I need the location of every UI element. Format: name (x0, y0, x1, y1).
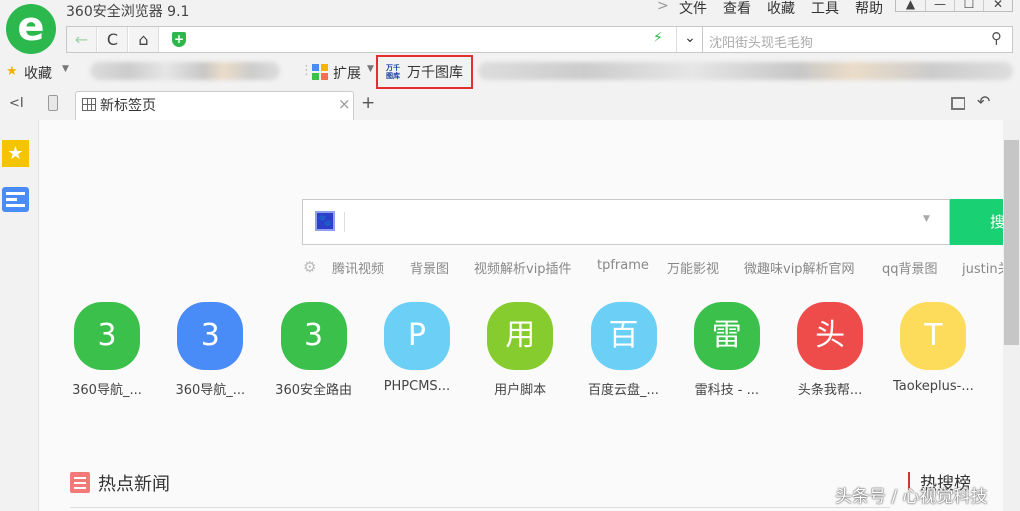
shortcut-label[interactable]: 用户脚本 (470, 379, 570, 398)
suggestion-link[interactable]: 万能影视 (667, 258, 719, 277)
shortcut-label[interactable]: 百度云盘_... (574, 379, 674, 398)
news-icon (70, 472, 90, 493)
favorites-button[interactable]: 收藏 (24, 63, 52, 83)
suggestion-link[interactable]: qq背景图 (882, 258, 938, 277)
mobile-icon[interactable] (48, 95, 58, 111)
extensions-button[interactable]: 扩展 (333, 63, 361, 83)
grid-icon (82, 98, 96, 111)
main-search-box[interactable]: 🐾 ▼ (302, 199, 950, 245)
search-icon[interactable]: ⚲ (991, 29, 1002, 47)
suggestion-link[interactable]: 视频解析vip插件 (474, 258, 572, 277)
extensions-dropdown-icon[interactable]: ▼ (367, 64, 374, 74)
menu-more[interactable]: > (657, 0, 669, 14)
shortcut-label[interactable]: 360导航_... (160, 379, 260, 398)
settings-gear-icon[interactable]: ⚙ (303, 258, 316, 276)
shortcut-label[interactable]: 雷科技 - ... (677, 379, 777, 398)
shortcut-tile[interactable]: P (383, 302, 450, 370)
shortcut-label[interactable]: 头条我帮... (780, 379, 880, 398)
suggestion-link[interactable]: 微趣味vip解析官网 (744, 258, 855, 277)
menu-tools[interactable]: 工具 (811, 0, 839, 18)
skin-button[interactable]: ▲ (896, 0, 925, 11)
maximize-button[interactable]: ☐ (954, 0, 983, 11)
sidebar-favorites-icon[interactable]: ★ (2, 140, 29, 167)
shortcut-tile[interactable]: 头 (797, 302, 864, 370)
tab-label: 新标签页 (100, 98, 156, 114)
hot-news-title: 热点新闻 (98, 474, 170, 495)
search-input[interactable]: 沈阳街头现毛毛狗 (709, 32, 813, 51)
back-button[interactable]: ← (67, 27, 97, 52)
close-button[interactable]: ✕ (983, 0, 1012, 11)
search-button[interactable]: 搜 (950, 199, 1003, 245)
watermark: 头条号 / 心视觉科技 (835, 487, 988, 507)
blurred-bookmarks-right (478, 62, 1013, 80)
shortcut-tile[interactable]: 3 (177, 302, 244, 370)
window-controls: ▲ — ☐ ✕ (895, 0, 1013, 12)
extensions-icon (312, 64, 328, 80)
blurred-bookmarks (90, 62, 280, 80)
restore-tabs-icon[interactable] (951, 97, 965, 110)
sidebar-toggle-button[interactable]: <I (9, 96, 24, 111)
tab-close-icon[interactable]: × (338, 95, 351, 113)
shortcut-label[interactable]: 360导航_... (57, 379, 157, 398)
home-button[interactable]: ⌂ (129, 27, 159, 52)
address-bar[interactable]: ← C ⌂ + ⚡ ⌄ (66, 26, 703, 53)
suggestion-link[interactable]: 腾讯视频 (332, 258, 384, 277)
security-shield-icon: + (172, 32, 186, 47)
suggestion-link[interactable]: tpframe (597, 258, 649, 273)
shortcut-tile[interactable]: 雷 (693, 302, 760, 370)
new-tab-button[interactable]: + (361, 93, 375, 113)
shortcut-tile[interactable]: 百 (590, 302, 657, 370)
browser-logo: e (6, 4, 56, 54)
favorites-star-icon: ★ (6, 64, 18, 79)
bookmark-wanqian-highlight[interactable]: 万千 图库 万千图库 (376, 55, 473, 89)
baidu-paw-icon[interactable]: 🐾 (315, 211, 335, 231)
reload-button[interactable]: C (98, 27, 128, 52)
divider (344, 212, 345, 232)
shortcut-label[interactable]: PHPCMS... (367, 379, 467, 394)
shortcut-tile[interactable]: T (900, 302, 967, 370)
tab-new-tab[interactable]: 新标签页 × (75, 91, 354, 120)
menu-favorites[interactable]: 收藏 (767, 0, 795, 18)
menu-view[interactable]: 查看 (723, 0, 751, 18)
window-title: 360安全浏览器 9.1 (66, 4, 190, 20)
shortcut-label[interactable]: Taokeplus-... (883, 379, 983, 394)
shortcut-tile[interactable]: 用 (487, 302, 554, 370)
address-dropdown-button[interactable]: ⌄ (676, 27, 703, 52)
scrollbar-thumb[interactable] (1004, 140, 1019, 345)
undo-close-icon[interactable]: ↶ (977, 92, 990, 111)
sidebar-reader-icon[interactable] (2, 187, 29, 212)
bookmark-wanqian-label: 万千图库 (407, 65, 463, 81)
news-divider (70, 507, 890, 508)
minimize-button[interactable]: — (925, 0, 954, 11)
shortcut-tile[interactable]: 3 (74, 302, 140, 370)
favorites-dropdown-icon[interactable]: ▼ (62, 64, 69, 74)
suggestion-link[interactable]: 背景图 (410, 258, 449, 277)
boost-icon[interactable]: ⚡ (653, 30, 663, 46)
search-engine-dropdown-icon[interactable]: ▼ (923, 214, 930, 224)
shortcut-label[interactable]: 360安全路由 (264, 379, 364, 398)
wanqian-logo-icon: 万千 图库 (386, 64, 400, 80)
menu-help[interactable]: 帮助 (855, 0, 883, 18)
menu-file[interactable]: 文件 (679, 0, 707, 18)
suggestion-link[interactable]: justin关 (962, 258, 1003, 277)
shortcut-tile[interactable]: 3 (280, 302, 347, 370)
search-box[interactable]: 沈阳街头现毛毛狗 ⚲ (703, 26, 1013, 53)
